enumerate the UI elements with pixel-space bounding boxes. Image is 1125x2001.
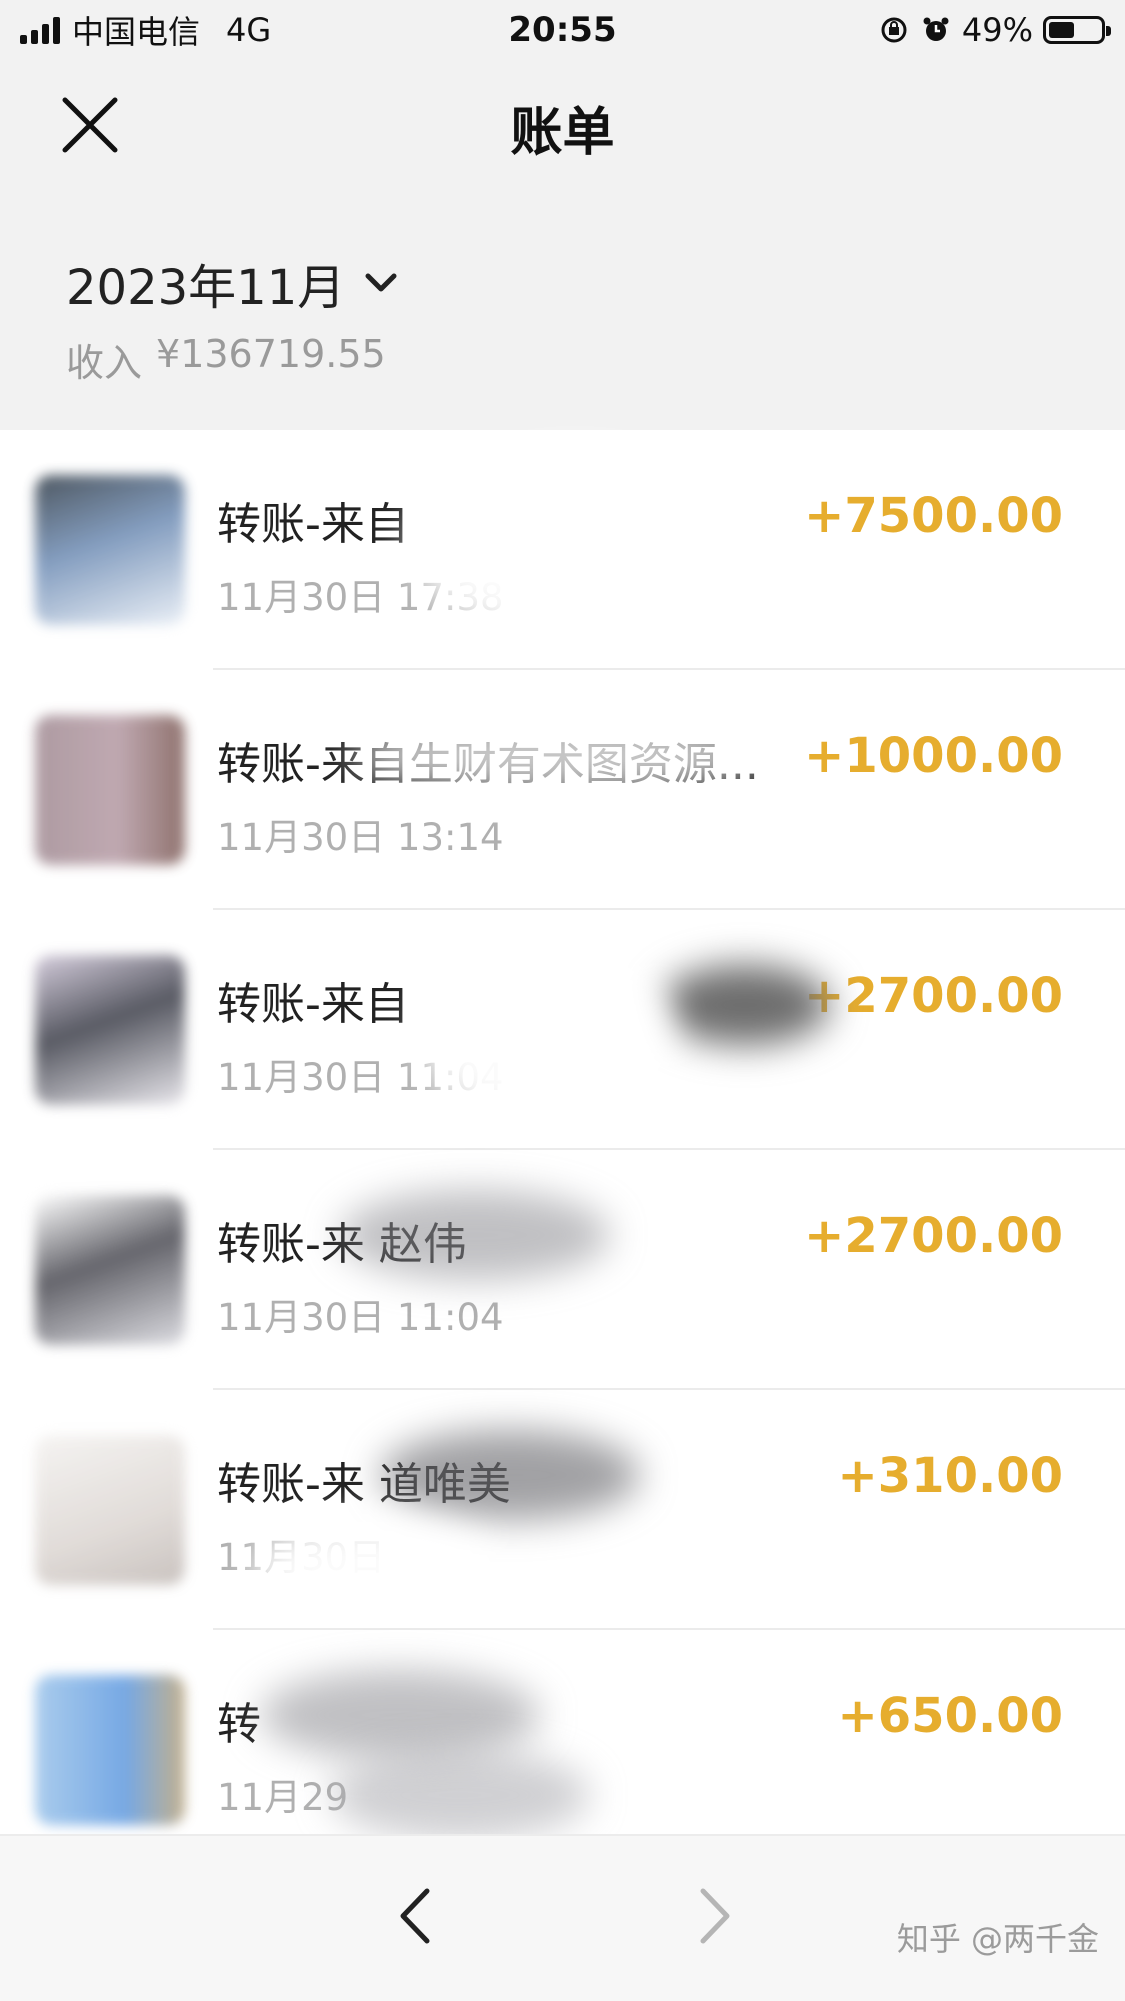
alarm-icon [920,14,952,46]
transaction-title: 转账-来自 [217,499,409,550]
transaction-amount: +310.00 [837,1448,1063,1504]
transaction-row[interactable]: 转账-来自生财有术图资源... 11月30日 13:14 +1000.00 [0,670,1125,910]
chevron-down-icon [365,273,397,292]
battery-percent: 49% [961,11,1033,49]
avatar [35,955,185,1105]
previous-page-button[interactable] [385,1881,445,1951]
bottom-bar: 知乎 @两千金 [0,1834,1125,2001]
month-label: 2023年11月 [66,260,346,316]
status-left: 中国电信 4G [20,7,271,53]
chevron-left-icon [400,1888,430,1944]
chevron-right-icon [700,1888,730,1944]
privacy-blur [420,940,670,1130]
bill-summary: 2023年11月 收入 ¥136719.55 [0,194,1125,430]
transaction-list: 转账-来自 11月30日 17:38 +7500.00 转账-来自生财有术图资源… [0,430,1125,1870]
transaction-amount: +7500.00 [804,488,1063,544]
privacy-blur [350,715,770,795]
privacy-blur [250,1520,500,1620]
status-bar: 中国电信 4G 20:55 49% [0,0,1125,60]
transaction-row[interactable]: 转账-来自 11月30日 17:38 +7500.00 [0,430,1125,670]
next-page-button[interactable] [685,1881,745,1951]
transaction-title: 转账-来自 [217,979,409,1030]
status-right: 49% [878,11,1111,49]
privacy-blur [380,1430,640,1520]
watermark: 知乎 @两千金 [896,1920,1099,1958]
privacy-blur [340,1190,610,1280]
privacy-blur [660,965,830,1045]
network-label: 4G [226,11,272,49]
avatar [35,1435,185,1585]
privacy-blur [330,1750,590,1840]
carrier-label: 中国电信 [72,13,201,51]
income-summary: 收入 ¥136719.55 [66,332,386,387]
nav-bar: 账单 [0,60,1125,194]
month-selector[interactable]: 2023年11月 [66,248,399,318]
privacy-blur [260,1670,540,1760]
avatar [35,475,185,625]
transaction-amount: +1000.00 [804,728,1063,784]
transaction-row[interactable]: 转账-来 道唯美 11月30日 +310.00 [0,1390,1125,1630]
page-title: 账单 [510,103,615,163]
transaction-amount: +650.00 [837,1688,1063,1744]
avatar [35,1195,185,1345]
privacy-blur [410,450,740,640]
transaction-time: 11月30日 13:14 [217,816,504,859]
transaction-title: 转 [217,1699,261,1750]
battery-icon [1043,16,1111,44]
signal-icon [20,16,60,44]
transaction-row[interactable]: 转账-来 赵伟 11月30日 11:04 +2700.00 [0,1150,1125,1390]
income-value: ¥136719.55 [156,332,386,376]
transaction-amount: +2700.00 [804,1208,1063,1264]
transaction-time: 11月29 [217,1776,349,1819]
avatar [35,1675,185,1825]
rotation-lock-icon [878,14,910,46]
transaction-amount: +2700.00 [804,968,1063,1024]
transaction-time: 11月30日 11:04 [217,1296,504,1339]
battery-fill [1049,22,1074,38]
avatar [35,715,185,865]
income-label: 收入 [66,341,143,385]
transaction-row[interactable]: 转账-来自 11月30日 11:04 +2700.00 [0,910,1125,1150]
